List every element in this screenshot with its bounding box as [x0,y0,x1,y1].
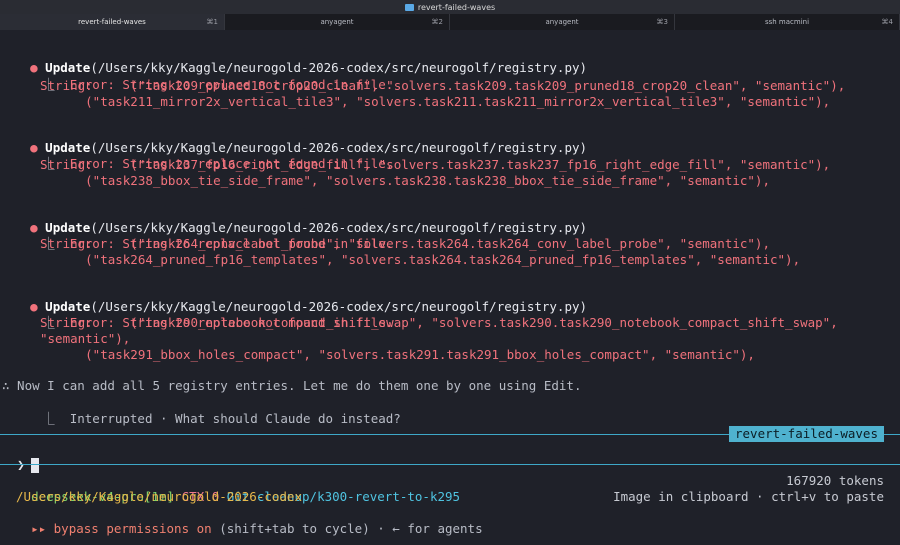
string-line: ("task264_pruned_fp16_templates", "solve… [40,252,801,267]
text-cursor [30,458,39,473]
tab-ssh-macmini[interactable]: ssh macmini ⌘4 [675,14,900,30]
prompt-input[interactable]: ❯ [2,441,39,473]
string-line: String: ("task209_pruned18_crop20_clean"… [40,78,846,93]
string-line: String: ("task237_fp16_right_edge_fill",… [40,157,831,172]
tab-label: anyagent [320,18,354,26]
cwd-path: /Users/kky/Kaggle/neurogold-2026-codex [16,489,302,504]
tab-revert-failed-waves[interactable]: revert-failed-waves ⌘1 [0,14,225,30]
assistant-message: ∴ Now I can add all 5 registry entries. … [2,378,582,393]
tab-shortcut: ⌘1 [206,18,218,26]
bypass-permissions-label: ▸▸ bypass permissions on [31,521,212,536]
interrupted-line: ⎿ Interrupted · What should Claude do in… [12,395,401,443]
tree-branch-icon: ⎿ [42,411,55,426]
string-line: "semantic"), [40,331,131,346]
tab-anyagent-1[interactable]: anyagent ⌘2 [225,14,450,30]
tab-anyagent-2[interactable]: anyagent ⌘3 [450,14,675,30]
tab-shortcut: ⌘2 [431,18,443,26]
string-line: String: ("task290_notebook_compact_shift… [40,315,838,330]
string-line: ("task238_bbox_tie_side_frame", "solvers… [40,173,770,188]
string-line: ("task211_mirror2x_vertical_tile3", "sol… [40,94,831,109]
tab-shortcut: ⌘4 [881,18,893,26]
clipboard-hint: Image in clipboard · ctrl+v to paste [613,489,884,504]
bypass-hint: (shift+tab to cycle) · ← for agents [211,521,483,536]
tab-bar: revert-failed-waves ⌘1 anyagent ⌘2 anyag… [0,14,900,30]
input-bottom-border [0,464,900,465]
tab-shortcut: ⌘3 [656,18,668,26]
tab-label: anyagent [545,18,579,26]
string-line: String: ("task264_conv_label_probe", "so… [40,236,770,251]
window-title: revert-failed-waves [417,2,496,12]
tab-label: ssh macmini [764,18,810,26]
bypass-permissions-line[interactable]: ▸▸ bypass permissions on (shift+tab to c… [16,505,483,537]
token-count: 167920 tokens [786,473,884,488]
session-badge: revert-failed-waves [729,426,884,442]
folder-icon [404,3,414,11]
window-title-bar: revert-failed-waves [0,0,900,14]
tab-label: revert-failed-waves [78,18,146,26]
string-line: ("task291_bbox_holes_compact", "solvers.… [40,347,755,362]
interrupted-text: Interrupted · What should Claude do inst… [69,411,401,426]
